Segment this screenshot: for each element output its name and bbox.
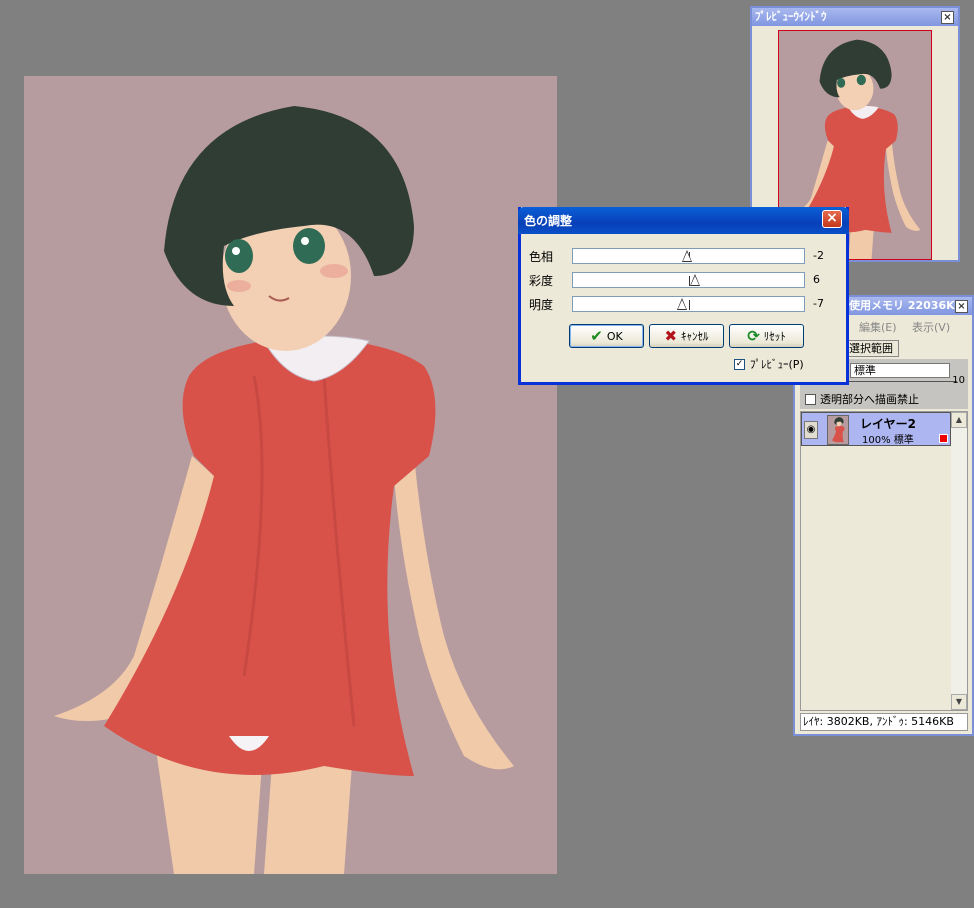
artwork-illustration: [54, 106, 514, 874]
x-icon: ✖: [664, 327, 678, 345]
brightness-slider-thumb[interactable]: [677, 298, 687, 310]
layer-list: ◉ レイヤー2 100% 標準 ▲ ▼: [800, 411, 968, 711]
layer-opacity-mode: 100% 標準: [862, 431, 914, 446]
cancel-button[interactable]: ✖ ｷｬﾝｾﾙ: [649, 324, 724, 348]
layer-thumbnail: [827, 415, 849, 445]
layer-name: レイヤー2: [860, 417, 916, 431]
color-adjust-dialog: 色の調整 × 色相 -2 彩度 6 明度 -7 ✔ OK ✖ ｷｬﾝｾﾙ ⟳ ﾘ…: [518, 207, 849, 385]
brightness-slider-center: [689, 300, 690, 310]
menu-view[interactable]: 表示(V): [912, 319, 950, 335]
preview-checkbox[interactable]: ✓: [734, 358, 745, 370]
layer-mode: 標準: [893, 435, 914, 446]
reset-button[interactable]: ⟳ ﾘｾｯﾄ: [729, 324, 804, 348]
brightness-slider-row: 明度: [529, 295, 805, 313]
lock-transparency-option[interactable]: 透明部分へ描画禁止: [805, 391, 919, 407]
lock-transparency-label: 透明部分へ描画禁止: [820, 393, 919, 406]
hue-slider[interactable]: [572, 248, 805, 264]
preview-option[interactable]: ✓ ﾌﾟﾚﾋﾞｭｰ(P): [734, 356, 804, 372]
saturation-slider[interactable]: [572, 272, 805, 288]
saturation-value: 6: [813, 273, 820, 286]
brightness-label: 明度: [529, 297, 554, 312]
saturation-slider-row: 彩度: [529, 271, 805, 289]
hue-value: -2: [813, 249, 824, 262]
brightness-slider[interactable]: [572, 296, 805, 312]
opacity-max-label: 10: [952, 375, 965, 386]
visibility-eye-icon[interactable]: ◉: [804, 421, 818, 439]
ok-button[interactable]: ✔ OK: [569, 324, 644, 348]
layer-color-tag: [939, 434, 948, 443]
hue-slider-row: 色相: [529, 247, 805, 265]
scroll-down-icon[interactable]: ▼: [951, 694, 967, 710]
dialog-close-button[interactable]: ×: [822, 210, 842, 228]
lock-transparency-checkbox[interactable]: [805, 393, 816, 405]
blend-mode-select[interactable]: 標準: [850, 363, 950, 378]
refresh-icon: ⟳: [747, 327, 760, 345]
tab-selection[interactable]: 選択範囲: [845, 340, 899, 357]
check-icon: ✔: [590, 327, 603, 345]
preview-close-button[interactable]: ×: [941, 11, 954, 24]
preview-window-title: ﾌﾟﾚﾋﾞｭｰｳｲﾝﾄﾞｳ: [752, 8, 958, 26]
layer-opacity: 100%: [862, 435, 891, 446]
menu-edit[interactable]: 編集(E): [859, 319, 897, 335]
scroll-up-icon[interactable]: ▲: [951, 412, 967, 428]
reset-label: ﾘｾｯﾄ: [763, 330, 786, 343]
cancel-label: ｷｬﾝｾﾙ: [681, 330, 709, 343]
dialog-title: 色の調整: [518, 207, 849, 234]
brightness-value: -7: [813, 297, 824, 310]
ok-label: OK: [606, 329, 623, 343]
drawing-canvas[interactable]: [24, 76, 557, 874]
saturation-label: 彩度: [529, 273, 554, 288]
memory-status: ﾚｲﾔ: 3802KB, ｱﾝﾄﾞｩ: 5146KB: [800, 713, 968, 731]
saturation-slider-thumb[interactable]: [690, 274, 700, 286]
hue-label: 色相: [529, 249, 554, 264]
layer-list-scrollbar[interactable]: ▲ ▼: [951, 412, 967, 710]
preview-label: ﾌﾟﾚﾋﾞｭｰ(P): [750, 358, 804, 371]
layer-row[interactable]: ◉ レイヤー2 100% 標準: [801, 412, 951, 446]
hue-slider-thumb[interactable]: [682, 250, 692, 262]
layer-close-button[interactable]: ×: [955, 300, 968, 313]
